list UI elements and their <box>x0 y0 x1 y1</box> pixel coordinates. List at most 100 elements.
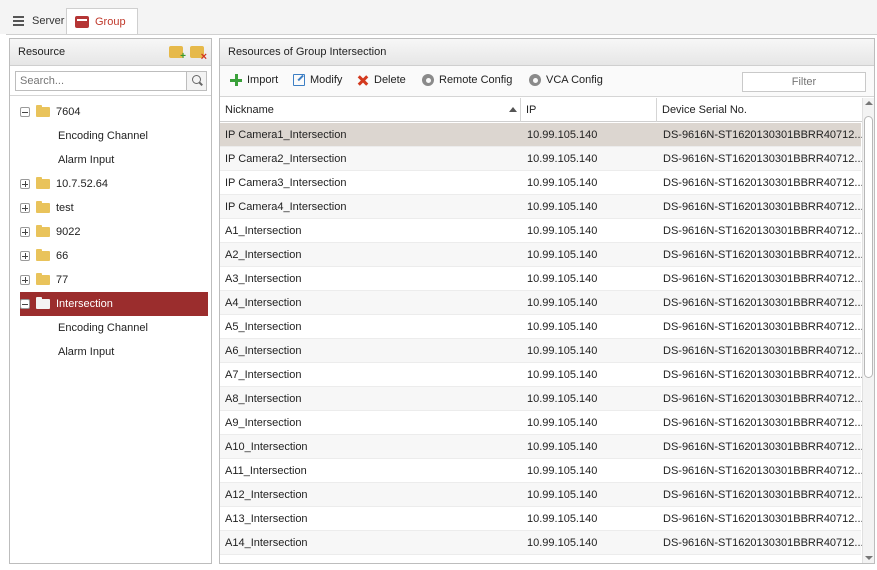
remote-config-button[interactable]: Remote Config <box>422 74 512 86</box>
tree-leaf-label: Alarm Input <box>58 346 115 358</box>
tree-node-test[interactable]: test <box>20 196 208 220</box>
table-row[interactable]: A12_Intersection 10.99.105.140 DS-9616N-ST… <box>220 483 863 507</box>
expand-icon[interactable] <box>20 275 30 285</box>
table-row[interactable]: A10_Intersection 10.99.105.140 DS-9616N-ST… <box>220 435 863 459</box>
resource-panel-title: Resource <box>18 46 66 58</box>
cell-ip: 10.99.105.140 <box>527 177 598 189</box>
tree-node-66[interactable]: 66 <box>20 244 208 268</box>
collapse-icon[interactable] <box>20 299 30 309</box>
folder-icon <box>36 105 50 117</box>
cell-ip: 10.99.105.140 <box>527 441 598 453</box>
resource-search-input[interactable] <box>16 72 184 90</box>
folder-icon <box>36 201 50 213</box>
tab-group[interactable]: Group <box>66 8 138 34</box>
filter-input[interactable] <box>743 73 865 91</box>
tab-server[interactable]: Server <box>4 8 72 34</box>
tree-node-label: 9022 <box>56 226 81 238</box>
tab-server-label: Server <box>32 15 65 27</box>
delete-button[interactable]: Delete <box>357 74 406 86</box>
tree-node-intersection[interactable]: Intersection <box>20 292 208 316</box>
expand-icon[interactable] <box>20 227 30 237</box>
table-row[interactable]: A11_Intersection 10.99.105.140 DS-9616N-ST… <box>220 459 863 483</box>
table-row[interactable]: A4_Intersection 10.99.105.140 DS-9616N-ST1… <box>220 291 863 315</box>
group-resources-header: Resources of Group Intersection <box>220 39 874 66</box>
group-resources-title: Resources of Group Intersection <box>228 46 387 58</box>
scroll-down-icon[interactable] <box>865 556 873 560</box>
vertical-scrollbar[interactable] <box>862 98 874 563</box>
delete-group-icon[interactable] <box>190 46 207 63</box>
cell-serial: DS-9616N-ST1620130301BBRR40712... <box>663 465 863 477</box>
tree-node-9022[interactable]: 9022 <box>20 220 208 244</box>
resource-tree: 7604 Encoding Channel Alarm Input 10.7.5… <box>10 95 211 563</box>
server-list-icon <box>12 15 26 27</box>
table-row[interactable]: A2_Intersection 10.99.105.140 DS-9616N-ST1… <box>220 243 863 267</box>
tree-node-77[interactable]: 77 <box>20 268 208 292</box>
cell-serial: DS-9616N-ST1620130301BBRR40712... <box>663 417 863 429</box>
remote-config-label: Remote Config <box>439 74 513 86</box>
plus-icon <box>230 74 242 86</box>
cell-nickname: IP Camera3_Intersection <box>225 177 347 189</box>
table-header: Nickname IP Device Serial No. <box>220 98 874 122</box>
search-icon[interactable] <box>186 72 206 90</box>
table-row[interactable]: IP Camera1_Intersection 10.99.105.140 DS-9… <box>220 123 863 147</box>
cell-nickname: A12_Intersection <box>225 489 308 501</box>
table-row[interactable]: A14_Intersection 10.99.105.140 DS-9616N-ST… <box>220 531 863 555</box>
tree-leaf-encoding-channel[interactable]: Encoding Channel <box>58 316 148 340</box>
table-row[interactable]: A13_Intersection 10.99.105.140 DS-9616N-ST… <box>220 507 863 531</box>
table-row[interactable]: A9_Intersection 10.99.105.140 DS-9616N-ST1… <box>220 411 863 435</box>
cell-ip: 10.99.105.140 <box>527 465 598 477</box>
table-row[interactable]: A5_Intersection 10.99.105.140 DS-9616N-ST1… <box>220 315 863 339</box>
table-row[interactable]: A1_Intersection 10.99.105.140 DS-9616N-ST1… <box>220 219 863 243</box>
column-header-ip[interactable]: IP <box>520 98 656 122</box>
tree-leaf-alarm-input[interactable]: Alarm Input <box>58 148 114 172</box>
column-header-label: Device Serial No. <box>662 104 747 116</box>
vca-config-label: VCA Config <box>546 74 603 86</box>
cell-ip: 10.99.105.140 <box>527 321 598 333</box>
filter-box <box>742 72 866 92</box>
expand-icon[interactable] <box>20 251 30 261</box>
cell-nickname: A5_Intersection <box>225 321 302 333</box>
scrollbar-thumb[interactable] <box>864 116 873 378</box>
table-row[interactable]: IP Camera2_Intersection 10.99.105.140 DS-9… <box>220 147 863 171</box>
gear-icon <box>422 74 434 86</box>
vca-config-button[interactable]: VCA Config <box>529 74 603 86</box>
tree-node-label: 10.7.52.64 <box>56 178 108 190</box>
cell-nickname: A1_Intersection <box>225 225 302 237</box>
resource-panel-header: Resource <box>10 39 211 66</box>
cell-nickname: A8_Intersection <box>225 393 302 405</box>
cell-nickname: A6_Intersection <box>225 345 302 357</box>
table-row[interactable]: A8_Intersection 10.99.105.140 DS-9616N-ST1… <box>220 387 863 411</box>
tree-node-label: 77 <box>56 274 69 286</box>
folder-icon <box>36 177 50 189</box>
tree-leaf-alarm-input[interactable]: Alarm Input <box>58 340 114 364</box>
resource-panel: Resource 7604 Encoding Channel Alarm Inp… <box>9 38 212 564</box>
folder-icon <box>36 273 50 285</box>
cell-serial: DS-9616N-ST1620130301BBRR40712... <box>663 129 863 141</box>
table-row[interactable]: IP Camera4_Intersection 10.99.105.140 DS-9… <box>220 195 863 219</box>
cell-nickname: A13_Intersection <box>225 513 308 525</box>
cell-nickname: A9_Intersection <box>225 417 302 429</box>
table-row[interactable]: A6_Intersection 10.99.105.140 DS-9616N-ST1… <box>220 339 863 363</box>
add-group-icon[interactable] <box>169 46 186 62</box>
delete-label: Delete <box>374 74 406 86</box>
tree-node-10-7-52-64[interactable]: 10.7.52.64 <box>20 172 208 196</box>
modify-button[interactable]: Modify <box>293 74 342 86</box>
import-button[interactable]: Import <box>230 74 278 86</box>
table-row[interactable]: A7_Intersection 10.99.105.140 DS-9616N-ST1… <box>220 363 863 387</box>
table-row[interactable]: A3_Intersection 10.99.105.140 DS-9616N-ST1… <box>220 267 863 291</box>
scroll-up-icon[interactable] <box>865 101 873 105</box>
cell-ip: 10.99.105.140 <box>527 537 598 549</box>
collapse-icon[interactable] <box>20 107 30 117</box>
column-header-label: Nickname <box>225 104 274 116</box>
sort-ascending-icon <box>509 107 517 112</box>
table-row[interactable]: IP Camera3_Intersection 10.99.105.140 DS-9… <box>220 171 863 195</box>
tree-leaf-encoding-channel[interactable]: Encoding Channel <box>58 124 148 148</box>
top-tab-bar: Server Group <box>0 0 877 34</box>
column-header-nickname[interactable]: Nickname <box>220 98 520 122</box>
column-header-serial[interactable]: Device Serial No. <box>656 98 862 122</box>
expand-icon[interactable] <box>20 179 30 189</box>
tree-node-7604[interactable]: 7604 <box>20 100 208 124</box>
cell-nickname: IP Camera2_Intersection <box>225 153 347 165</box>
expand-icon[interactable] <box>20 203 30 213</box>
cell-nickname: A2_Intersection <box>225 249 302 261</box>
